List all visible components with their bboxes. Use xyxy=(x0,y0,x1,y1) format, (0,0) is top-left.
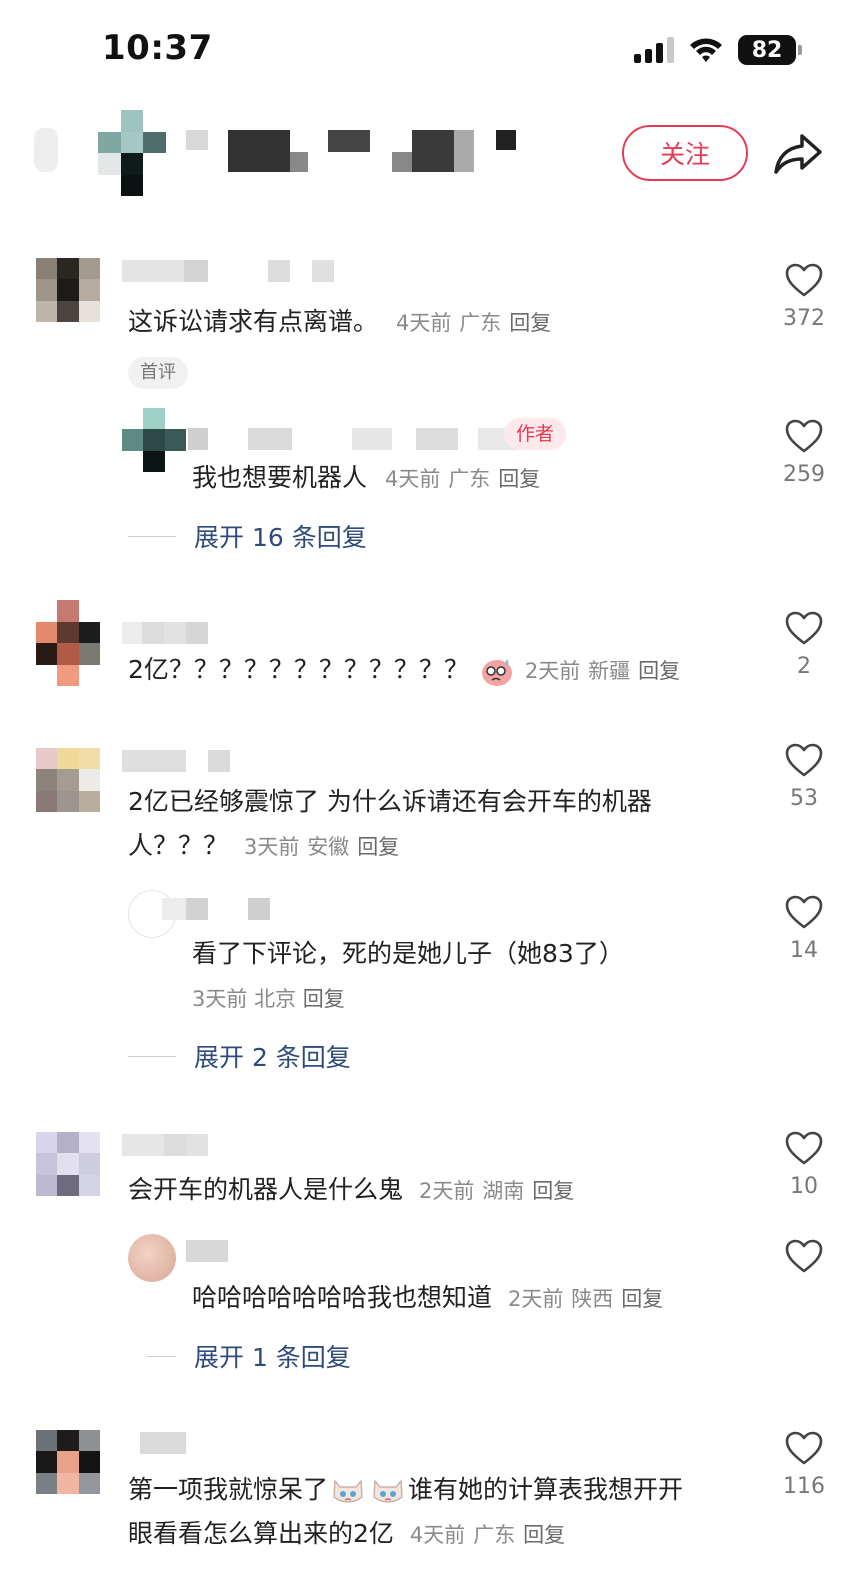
reply-meta: 3天前 北京 回复 xyxy=(192,984,345,1014)
divider xyxy=(128,535,176,537)
reply-avatar[interactable] xyxy=(122,408,186,472)
heart-icon xyxy=(785,895,823,929)
comment-location: 新疆 xyxy=(588,659,631,683)
like-button[interactable] xyxy=(774,1238,834,1274)
reply-author-name[interactable] xyxy=(162,898,270,920)
like-button[interactable]: 372 xyxy=(774,262,834,331)
author-name xyxy=(186,130,516,172)
heart-icon xyxy=(785,1431,823,1465)
crying-cat-emoji-icon xyxy=(373,1479,403,1503)
like-count: 116 xyxy=(783,1474,825,1499)
expand-replies-button[interactable]: 展开 2 条回复 xyxy=(128,1038,351,1074)
reply-button[interactable]: 回复 xyxy=(498,467,540,491)
reply-avatar[interactable] xyxy=(128,1234,176,1282)
commenter-name[interactable] xyxy=(122,622,208,644)
reply-button[interactable]: 回复 xyxy=(523,1523,565,1547)
heart-icon xyxy=(785,1239,823,1273)
commenter-avatar[interactable] xyxy=(36,1132,100,1196)
commenter-name[interactable] xyxy=(140,1432,186,1454)
reply-text: 看了下评论，死的是她儿子（她83了） xyxy=(192,939,624,968)
divider xyxy=(146,1355,176,1357)
reply-button[interactable]: 回复 xyxy=(532,1179,574,1203)
reply-location: 广东 xyxy=(448,467,491,491)
status-icons: 82 xyxy=(634,30,802,70)
comment-text: 第一项我就惊呆了 谁有她的计算表我想开开 xyxy=(128,1468,683,1512)
comment-text: 这诉讼请求有点离谱。 4天前 广东 回复 xyxy=(128,307,552,336)
reply-location: 北京 xyxy=(254,987,297,1011)
reply-button[interactable]: 回复 xyxy=(357,835,399,859)
back-button[interactable] xyxy=(34,128,58,172)
expand-replies-button[interactable]: 展开 1 条回复 xyxy=(146,1338,351,1374)
comment-time: 4天前 xyxy=(395,311,452,335)
heart-icon xyxy=(785,743,823,777)
author-badge: 作者 xyxy=(504,418,567,450)
comment-time: 2天前 xyxy=(524,659,581,683)
commenter-avatar[interactable] xyxy=(36,600,100,686)
reply-text: 哈哈哈哈哈哈哈我也想知道 2天前 陕西 回复 xyxy=(192,1283,664,1312)
commenter-name[interactable] xyxy=(122,750,230,772)
like-button[interactable]: 2 xyxy=(774,610,834,679)
heart-icon xyxy=(785,263,823,297)
like-button[interactable]: 10 xyxy=(774,1130,834,1199)
comment-time: 2天前 xyxy=(418,1179,475,1203)
reply-location: 陕西 xyxy=(571,1287,614,1311)
author-avatar[interactable] xyxy=(98,110,166,196)
heart-icon xyxy=(785,1131,823,1165)
reply-time: 3天前 xyxy=(192,987,248,1011)
comment-location: 湖南 xyxy=(482,1179,525,1203)
expand-replies-label: 展开 16 条回复 xyxy=(194,523,367,552)
reply-author-name[interactable] xyxy=(188,428,518,450)
reply-button[interactable]: 回复 xyxy=(638,659,680,683)
commenter-name[interactable] xyxy=(122,260,334,282)
expand-replies-label: 展开 2 条回复 xyxy=(194,1043,351,1072)
divider xyxy=(128,1055,176,1057)
commenter-avatar[interactable] xyxy=(36,748,100,812)
comment-location: 广东 xyxy=(459,311,502,335)
blushing-face-emoji-icon xyxy=(481,659,512,686)
comment-text-continued: 眼看看怎么算出来的2亿 4天前 广东 回复 xyxy=(128,1519,566,1548)
comment-text: 2亿？？？？？？？？？？？？ 2天前 新疆 回复 xyxy=(128,648,680,693)
like-button[interactable]: 259 xyxy=(774,418,834,487)
comment-location: 广东 xyxy=(473,1523,516,1547)
commenter-name[interactable] xyxy=(122,1134,208,1156)
comment-text: 2亿已经够震惊了 为什么诉请还有会开车的机器 xyxy=(128,787,652,816)
like-count: 2 xyxy=(797,654,811,679)
like-button[interactable]: 14 xyxy=(774,894,834,963)
comment-text-continued: 人？？？ 3天前 安徽 回复 xyxy=(128,831,400,860)
commenter-avatar[interactable] xyxy=(36,258,100,322)
reply-button[interactable]: 回复 xyxy=(621,1287,663,1311)
crying-cat-emoji-icon xyxy=(333,1479,363,1503)
commenter-avatar[interactable] xyxy=(36,1430,100,1494)
like-button[interactable]: 53 xyxy=(774,742,834,811)
first-comment-badge: 首评 xyxy=(128,357,188,389)
like-count: 14 xyxy=(790,938,818,963)
comment-time: 3天前 xyxy=(243,835,300,859)
cellular-signal-icon xyxy=(634,37,674,63)
comment-time: 4天前 xyxy=(409,1523,466,1547)
like-button[interactable]: 116 xyxy=(774,1430,834,1499)
reply-button[interactable]: 回复 xyxy=(509,311,551,335)
like-count: 259 xyxy=(783,462,825,487)
wifi-icon xyxy=(690,38,722,62)
heart-icon xyxy=(785,419,823,453)
reply-time: 4天前 xyxy=(384,467,441,491)
reply-author-name[interactable] xyxy=(186,1240,228,1262)
expand-replies-button[interactable]: 展开 16 条回复 xyxy=(128,518,367,554)
like-count: 10 xyxy=(790,1174,818,1199)
heart-icon xyxy=(785,611,823,645)
like-count: 372 xyxy=(783,306,825,331)
expand-replies-label: 展开 1 条回复 xyxy=(194,1343,351,1372)
share-icon[interactable] xyxy=(772,128,824,178)
comment-text: 会开车的机器人是什么鬼 2天前 湖南 回复 xyxy=(128,1175,575,1204)
battery-indicator: 82 xyxy=(738,35,802,65)
follow-button[interactable]: 关注 xyxy=(622,125,748,181)
reply-time: 2天前 xyxy=(507,1287,564,1311)
status-time: 10:37 xyxy=(102,28,213,68)
reply-button[interactable]: 回复 xyxy=(303,987,345,1011)
reply-text: 我也想要机器人 4天前 广东 回复 xyxy=(192,463,541,492)
comment-location: 安徽 xyxy=(307,835,350,859)
like-count: 53 xyxy=(790,786,818,811)
